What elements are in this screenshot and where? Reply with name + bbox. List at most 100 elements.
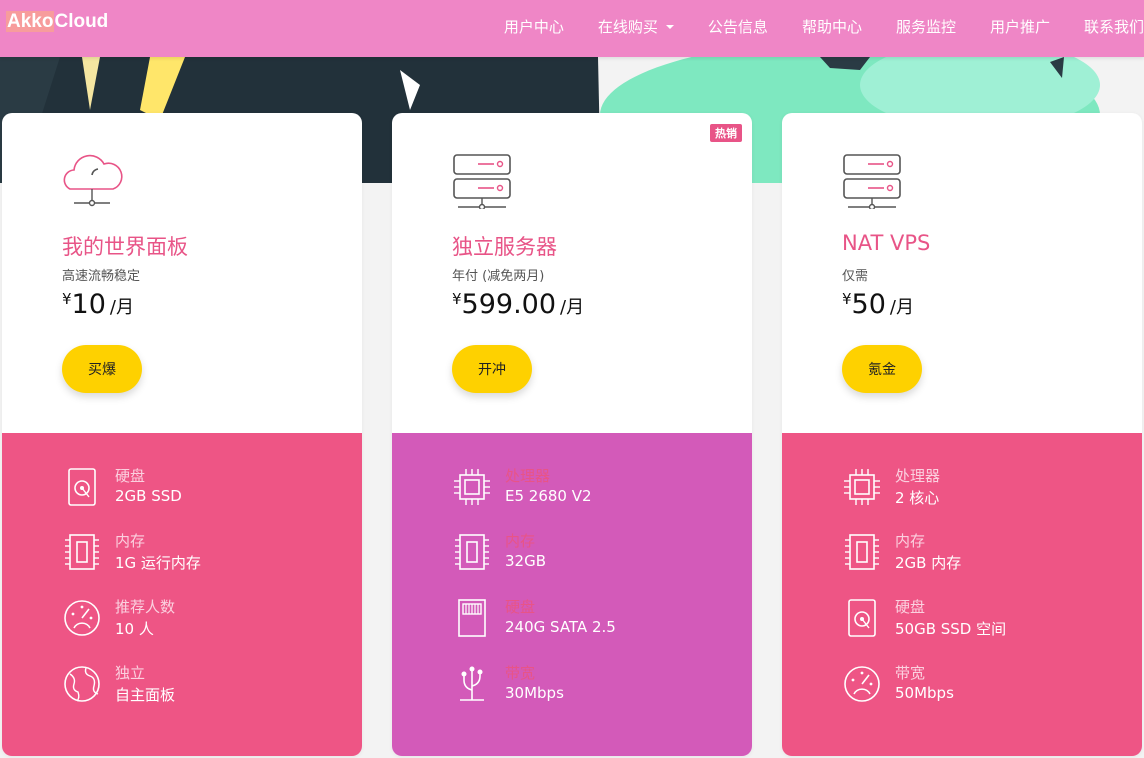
plan-title: 独立服务器: [452, 235, 557, 259]
feature-item: 硬盘 240G SATA 2.5: [452, 596, 742, 644]
plan-price: ¥50/月: [842, 289, 914, 320]
server-icon: [450, 153, 514, 213]
feature-label: 带宽: [895, 664, 926, 682]
feature-label: 推荐人数: [115, 598, 176, 616]
plan-title: 我的世界面板: [62, 235, 188, 259]
feature-item: 带宽 30Mbps: [452, 662, 742, 710]
feature-value: 50GB SSD 空间: [895, 620, 1007, 638]
feature-item: 内存 2GB 内存: [842, 530, 1132, 578]
feature-value: 自主面板: [115, 686, 176, 704]
nav-item-label: 帮助中心: [801, 17, 862, 36]
nav-item-2[interactable]: 在线购买: [598, 16, 674, 37]
nav-item-label: 联系我们: [1083, 17, 1144, 36]
disk-icon: [842, 598, 882, 638]
cpu-icon: [842, 467, 882, 507]
price-period: /月: [560, 297, 585, 318]
feature-value: 50Mbps: [895, 684, 954, 702]
nav-item-label: 服务监控: [895, 17, 956, 36]
feature-value: 2GB 内存: [895, 554, 962, 572]
feature-value: 1G 运行内存: [115, 554, 201, 572]
feature-label: 带宽: [505, 664, 536, 682]
feature-label: 处理器: [505, 467, 551, 485]
buy-button[interactable]: 开冲: [452, 345, 532, 393]
nav-item-3[interactable]: 公告信息: [708, 16, 768, 37]
nav-item-label: 在线购买: [597, 17, 658, 36]
plan-card: 我的世界面板 高速流畅稳定 ¥10/月 买爆 硬盘 2GB SSD 内存 1G …: [2, 113, 362, 756]
feature-item: 带宽 50Mbps: [842, 662, 1132, 710]
feature-value: 10 人: [115, 620, 154, 638]
network-icon: [452, 664, 492, 704]
gauge-icon: [62, 598, 102, 638]
feature-label: 硬盘: [505, 598, 536, 616]
price-amount: 10: [71, 289, 106, 320]
top-navbar: AkkoCloud 用户中心 在线购买 公告信息 帮助中心 服务监控 用户推广 联系我们: [0, 0, 1144, 57]
feature-item: 处理器 2 核心: [842, 465, 1132, 513]
cpu-icon: [452, 467, 492, 507]
server-icon: [840, 153, 904, 213]
nav-item-4[interactable]: 帮助中心: [802, 16, 862, 37]
memory-icon: [452, 532, 492, 572]
nav-item-label: 用户推广: [989, 17, 1050, 36]
nav-item-label: 公告信息: [707, 17, 768, 36]
plan-card-header: 热销 独立服务器 年付 (减免两月) ¥599.00/月 开冲: [392, 113, 752, 433]
gauge-icon: [842, 664, 882, 704]
disk-icon: [62, 467, 102, 507]
feature-item: 处理器 E5 2680 V2: [452, 465, 742, 513]
plan-subtitle: 高速流畅稳定: [62, 269, 141, 284]
feature-item: 独立 自主面板: [62, 662, 352, 710]
cloud-icon: [60, 153, 124, 213]
price-period: /月: [109, 297, 134, 318]
feature-label: 独立: [115, 664, 146, 682]
memory-icon: [62, 532, 102, 572]
plan-features: 处理器 E5 2680 V2 内存 32GB 硬盘 240G SATA 2.5 …: [392, 433, 752, 756]
caret-down-icon: [665, 25, 674, 29]
price-amount: 50: [851, 289, 886, 320]
hot-badge: 热销: [710, 124, 742, 142]
nav-item-5[interactable]: 服务监控: [896, 16, 956, 37]
plan-subtitle: 年付 (减免两月): [452, 269, 545, 284]
nav-menu: 用户中心 在线购买 公告信息 帮助中心 服务监控 用户推广 联系我们: [470, 0, 1144, 52]
sd-card-icon: [452, 598, 492, 638]
plan-features: 硬盘 2GB SSD 内存 1G 运行内存 推荐人数 10 人 独立 自主面板: [2, 433, 362, 756]
plan-features: 处理器 2 核心 内存 2GB 内存 硬盘 50GB SSD 空间 带宽 50M…: [782, 433, 1142, 756]
plan-price: ¥10/月: [62, 289, 134, 320]
nav-item-label: 用户中心: [503, 17, 564, 36]
feature-item: 内存 1G 运行内存: [62, 530, 352, 578]
feature-value: 2 核心: [895, 489, 940, 507]
feature-label: 内存: [505, 532, 536, 550]
currency-symbol: ¥: [62, 290, 72, 308]
feature-item: 硬盘 2GB SSD: [62, 465, 352, 513]
memory-icon: [842, 532, 882, 572]
feature-item: 推荐人数 10 人: [62, 596, 352, 644]
feature-value: 30Mbps: [505, 684, 564, 702]
feature-item: 硬盘 50GB SSD 空间: [842, 596, 1132, 644]
plan-card: 热销 独立服务器 年付 (减免两月) ¥599.00/月 开冲 处理器 E5 2…: [392, 113, 752, 756]
feature-value: 32GB: [505, 552, 547, 570]
feature-value: 2GB SSD: [115, 487, 182, 505]
price-period: /月: [889, 297, 914, 318]
currency-symbol: ¥: [842, 290, 852, 308]
currency-symbol: ¥: [452, 290, 462, 308]
feature-item: 内存 32GB: [452, 530, 742, 578]
plan-title: NAT VPS: [842, 231, 931, 255]
feature-label: 内存: [115, 532, 146, 550]
nav-item-7[interactable]: 联系我们: [1084, 16, 1144, 37]
feature-label: 硬盘: [115, 467, 146, 485]
plan-card-header: 我的世界面板 高速流畅稳定 ¥10/月 买爆: [2, 113, 362, 433]
nav-item-1[interactable]: 用户中心: [504, 16, 564, 37]
buy-button[interactable]: 氪金: [842, 345, 922, 393]
brand-cloud: Cloud: [54, 11, 109, 32]
plan-subtitle: 仅需: [842, 269, 869, 284]
brand-akko: Akko: [6, 11, 55, 32]
nav-item-6[interactable]: 用户推广: [990, 16, 1050, 37]
globe-icon: [62, 664, 102, 704]
brand-logo[interactable]: AkkoCloud: [6, 10, 108, 34]
buy-button[interactable]: 买爆: [62, 345, 142, 393]
feature-value: E5 2680 V2: [505, 487, 592, 505]
feature-value: 240G SATA 2.5: [505, 618, 616, 636]
feature-label: 硬盘: [895, 598, 926, 616]
price-amount: 599.00: [461, 289, 557, 320]
feature-label: 处理器: [895, 467, 941, 485]
plan-card-header: NAT VPS 仅需 ¥50/月 氪金: [782, 113, 1142, 433]
feature-label: 内存: [895, 532, 926, 550]
